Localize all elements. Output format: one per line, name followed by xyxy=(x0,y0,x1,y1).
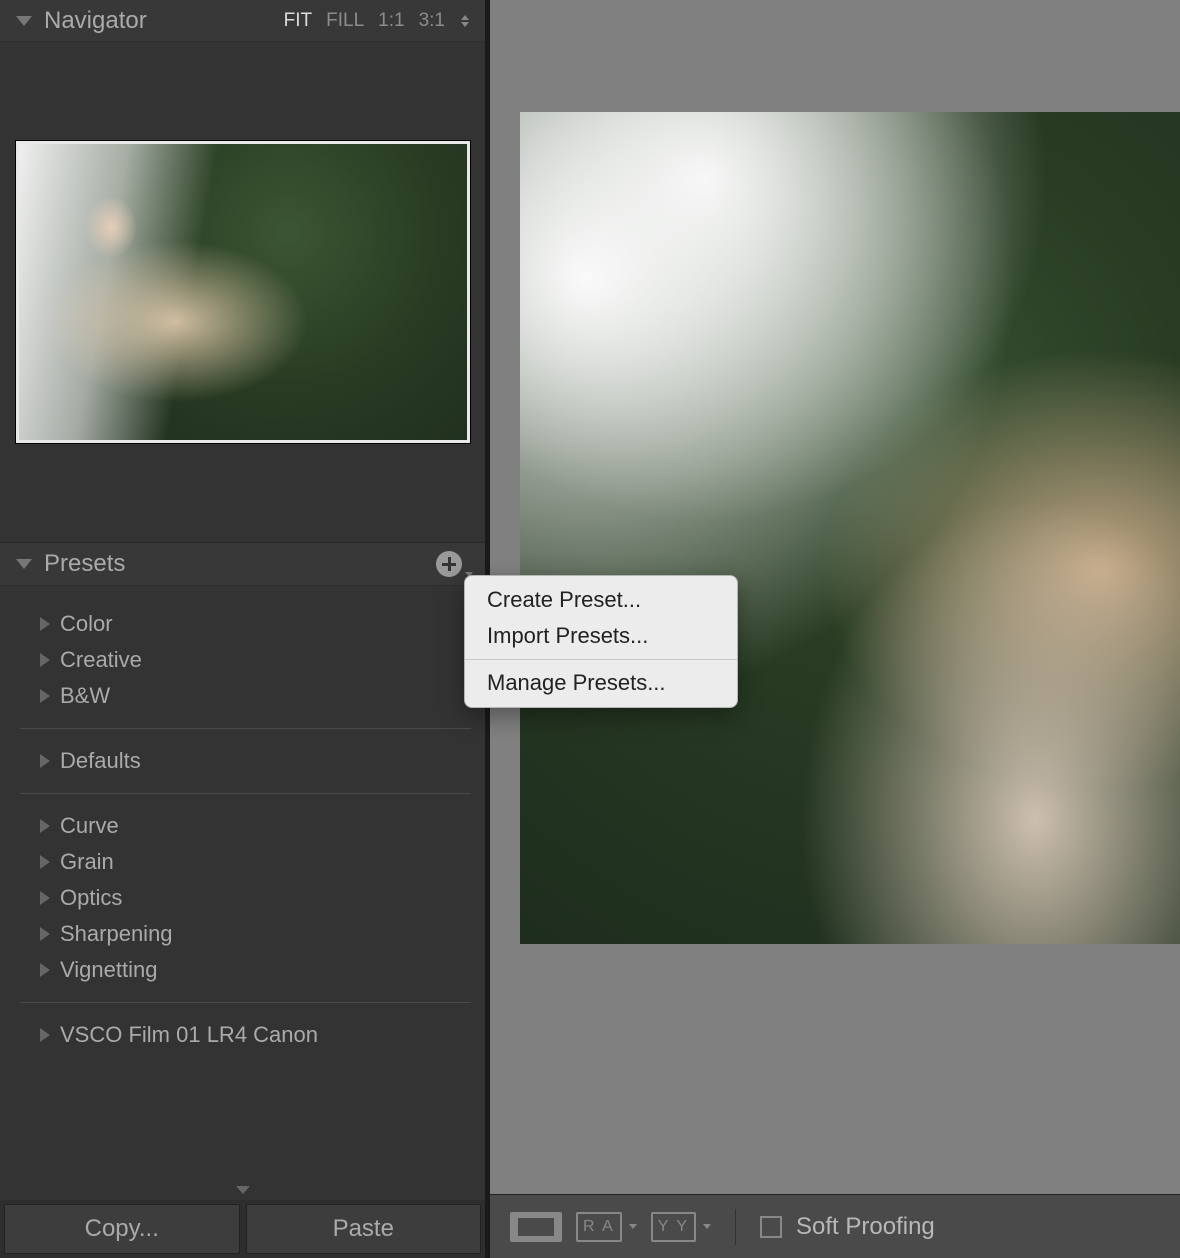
navigator-title: Navigator xyxy=(44,7,147,35)
navigator-thumbnail[interactable] xyxy=(16,141,470,443)
menu-separator xyxy=(465,659,737,660)
expand-icon xyxy=(40,927,50,941)
preset-label: Creative xyxy=(60,647,142,673)
preset-item-color[interactable]: Color xyxy=(40,606,471,642)
bottom-toolbar: R A Y Y Soft Proofing xyxy=(490,1194,1180,1258)
preset-label: Color xyxy=(60,611,113,637)
expand-icon xyxy=(40,653,50,667)
preset-item-vsco[interactable]: VSCO Film 01 LR4 Canon xyxy=(40,1017,471,1053)
zoom-fit[interactable]: FIT xyxy=(284,10,313,32)
divider xyxy=(20,1002,471,1003)
zoom-fill[interactable]: FILL xyxy=(326,10,364,32)
zoom-1-1[interactable]: 1:1 xyxy=(378,10,404,32)
separator xyxy=(735,1209,736,1245)
dropdown-icon[interactable] xyxy=(703,1224,711,1229)
expand-icon xyxy=(40,617,50,631)
navigator-body xyxy=(0,42,485,542)
expand-icon xyxy=(40,855,50,869)
presets-header[interactable]: Presets xyxy=(0,542,485,586)
expand-icon xyxy=(40,819,50,833)
preset-item-vignetting[interactable]: Vignetting xyxy=(40,952,471,988)
menu-create-preset[interactable]: Create Preset... xyxy=(465,582,737,618)
view-yy-icon[interactable]: Y Y xyxy=(651,1212,696,1242)
expand-icon xyxy=(40,963,50,977)
expand-icon xyxy=(40,1028,50,1042)
presets-title: Presets xyxy=(44,550,125,578)
expand-icon xyxy=(40,689,50,703)
preset-item-sharpening[interactable]: Sharpening xyxy=(40,916,471,952)
soft-proofing-label: Soft Proofing xyxy=(796,1213,935,1241)
preset-label: VSCO Film 01 LR4 Canon xyxy=(60,1022,318,1048)
scroll-down-icon[interactable] xyxy=(236,1186,250,1194)
preset-label: Defaults xyxy=(60,748,141,774)
preset-item-bw[interactable]: B&W xyxy=(40,678,471,714)
navigator-header[interactable]: Navigator FIT FILL 1:1 3:1 xyxy=(0,0,485,42)
expand-icon xyxy=(40,891,50,905)
copy-button[interactable]: Copy... xyxy=(4,1204,240,1254)
left-panel: Navigator FIT FILL 1:1 3:1 Presets Color… xyxy=(0,0,490,1258)
loupe-view-icon[interactable] xyxy=(510,1212,562,1242)
preset-item-grain[interactable]: Grain xyxy=(40,844,471,880)
preset-label: Vignetting xyxy=(60,957,157,983)
soft-proofing-toggle[interactable]: Soft Proofing xyxy=(760,1213,935,1241)
preset-label: Grain xyxy=(60,849,114,875)
thumbnail-image xyxy=(19,144,467,440)
view-ra-icon[interactable]: R A xyxy=(576,1212,622,1242)
add-preset-button[interactable] xyxy=(436,551,462,577)
preset-item-curve[interactable]: Curve xyxy=(40,808,471,844)
preset-label: Sharpening xyxy=(60,921,173,947)
main-image xyxy=(520,112,1180,944)
collapse-icon[interactable] xyxy=(16,559,32,569)
presets-list[interactable]: Color Creative B&W Defaults Curve Grain … xyxy=(0,586,485,1200)
zoom-dropdown-icon[interactable] xyxy=(461,15,469,27)
divider xyxy=(20,793,471,794)
paste-button[interactable]: Paste xyxy=(246,1204,482,1254)
preset-item-optics[interactable]: Optics xyxy=(40,880,471,916)
zoom-3-1[interactable]: 3:1 xyxy=(419,10,445,32)
zoom-options: FIT FILL 1:1 3:1 xyxy=(284,10,469,32)
checkbox-icon[interactable] xyxy=(760,1216,782,1238)
preset-label: Curve xyxy=(60,813,119,839)
expand-icon xyxy=(40,754,50,768)
preset-label: Optics xyxy=(60,885,122,911)
collapse-icon[interactable] xyxy=(16,16,32,26)
preset-label: B&W xyxy=(60,683,110,709)
preset-item-creative[interactable]: Creative xyxy=(40,642,471,678)
dropdown-icon[interactable] xyxy=(629,1224,637,1229)
menu-manage-presets[interactable]: Manage Presets... xyxy=(465,665,737,701)
presets-context-menu: Create Preset... Import Presets... Manag… xyxy=(464,575,738,708)
menu-import-presets[interactable]: Import Presets... xyxy=(465,618,737,654)
bottom-buttons: Copy... Paste xyxy=(0,1200,485,1258)
preset-item-defaults[interactable]: Defaults xyxy=(40,743,471,779)
divider xyxy=(20,728,471,729)
